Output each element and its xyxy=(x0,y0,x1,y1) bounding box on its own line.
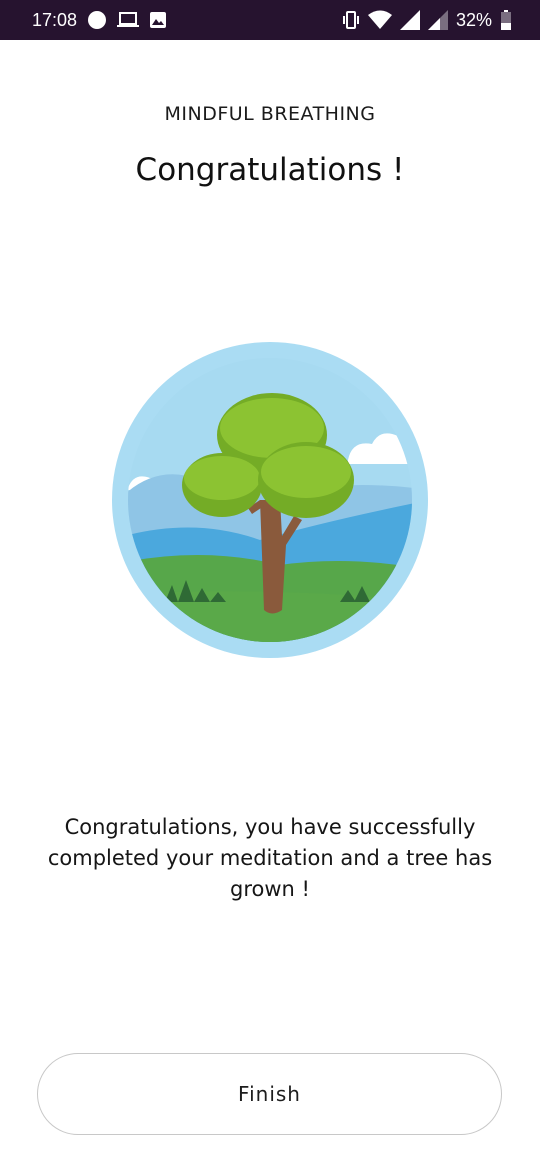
status-time: 17:08 xyxy=(32,9,78,30)
wifi-icon xyxy=(367,10,392,30)
tree-illustration xyxy=(110,340,430,660)
vibrate-icon xyxy=(342,10,360,30)
screen-subtitle: MINDFUL BREATHING xyxy=(164,103,376,125)
signal-weak-icon xyxy=(427,10,448,30)
image-icon xyxy=(149,11,167,29)
battery-percent: 32% xyxy=(455,9,492,30)
circle-notification-icon xyxy=(87,10,107,30)
battery-icon xyxy=(500,10,512,30)
finish-button[interactable]: Finish xyxy=(37,1053,502,1135)
completion-message: Congratulations, you have successfully c… xyxy=(47,815,493,901)
status-bar: 17:08 32% xyxy=(0,0,540,40)
page-title: Congratulations ! xyxy=(135,152,405,188)
signal-icon xyxy=(399,10,420,30)
laptop-icon xyxy=(117,11,140,29)
